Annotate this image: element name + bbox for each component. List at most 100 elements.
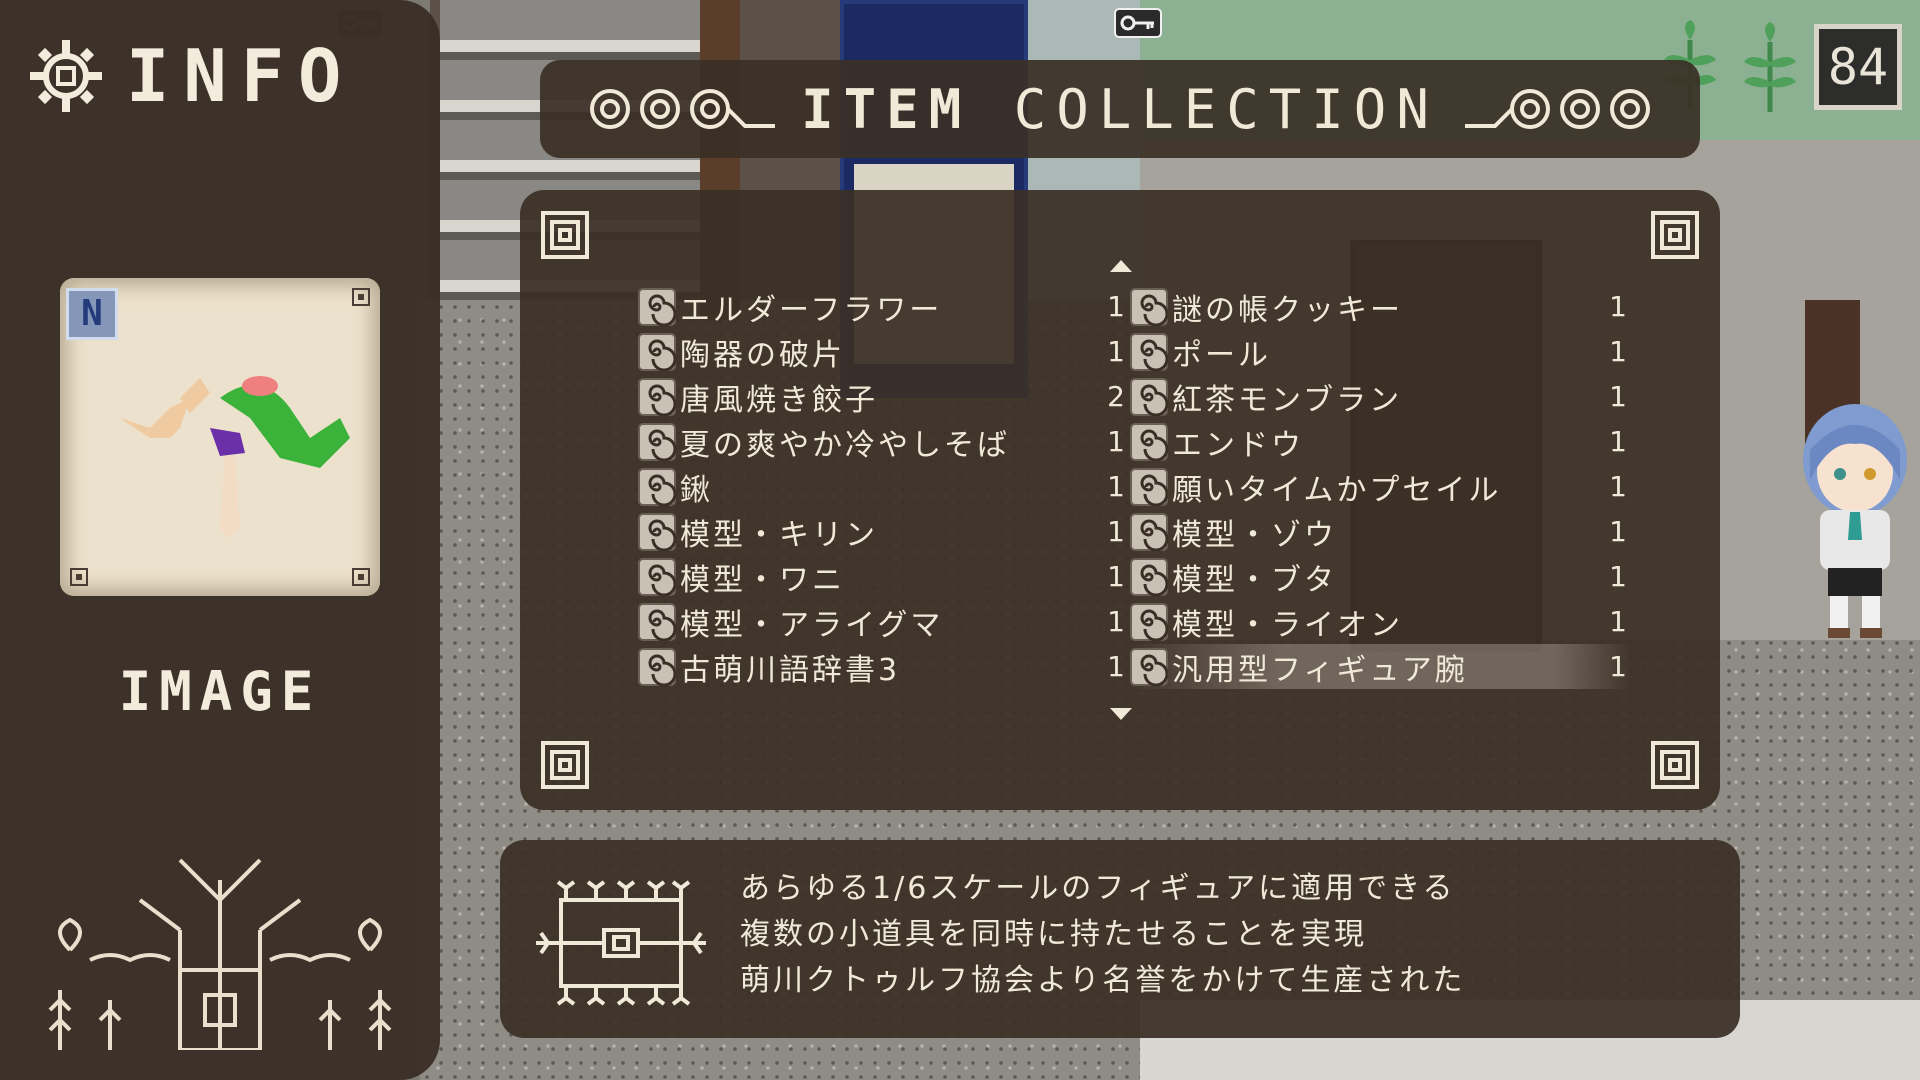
item-row[interactable]: エルダーフラワー 1 (638, 284, 1128, 329)
item-count: 1 (1609, 290, 1630, 323)
item-name: 模型・ブタ (1172, 562, 1337, 598)
spiral-ornament-icon (590, 89, 776, 129)
item-row[interactable]: ポール 1 (1130, 329, 1630, 374)
info-header: INFO (28, 34, 356, 118)
swirl-item-icon (1130, 332, 1169, 371)
item-row[interactable]: 夏の爽やか冷やしそば 1 (638, 419, 1128, 464)
item-name: 願いタイムかプセイル (1172, 472, 1502, 508)
item-row[interactable]: 願いタイムかプセイル 1 (1130, 464, 1630, 509)
swirl-item-icon (1130, 557, 1169, 596)
swirl-item-icon (1130, 647, 1169, 686)
item-row[interactable]: 古萌川語辞書3 1 (638, 644, 1128, 689)
item-name: 謎の帳クッキー (1172, 292, 1403, 328)
scroll-down-arrow[interactable] (1110, 708, 1132, 720)
item-count: 1 (1107, 515, 1128, 548)
item-column-right: 謎の帳クッキー 1 ポール 1 紅茶モンブラン 1 エンドウ 1 願いタイムかプセイル 1 模型・ゾ… (1130, 284, 1630, 689)
item-name: 模型・キリン (680, 517, 878, 553)
item-preview: N (60, 278, 380, 596)
item-count: 1 (1609, 380, 1630, 413)
description-ornament-icon (536, 880, 706, 1006)
item-count: 1 (1609, 425, 1630, 458)
swirl-item-icon (638, 332, 677, 371)
item-name: 紅茶モンブラン (1172, 382, 1403, 418)
info-title: INFO (126, 34, 356, 118)
corner-ornament-icon (352, 568, 370, 586)
sun-emblem-icon (30, 40, 102, 112)
info-panel: INFO N IMAGE (0, 0, 440, 1080)
item-row[interactable]: 謎の帳クッキー 1 (1130, 284, 1630, 329)
collection-title-bar: ITEM COLLECTION (540, 60, 1700, 158)
item-count: 2 (1107, 380, 1128, 413)
swirl-item-icon (638, 602, 677, 641)
item-count: 1 (1107, 560, 1128, 593)
description-text: あらゆる1/6スケールのフィギュアに適用できる 複数の小道具を同時に持たせること… (740, 866, 1465, 1004)
item-column-left: エルダーフラワー 1 陶器の破片 1 唐風焼き餃子 2 夏の爽やか冷やしそば 1 鍬 1 模型・キリ… (638, 284, 1128, 689)
description-line: あらゆる1/6スケールのフィギュアに適用できる (740, 871, 1456, 906)
square-spiral-icon (1651, 741, 1699, 789)
description-line: 萌川クトゥルフ協会より名誉をかけて生産された (740, 963, 1466, 998)
item-name: 模型・ゾウ (1172, 517, 1337, 553)
item-count: 1 (1107, 425, 1128, 458)
item-row[interactable]: 模型・ライオン 1 (1130, 599, 1630, 644)
item-name: 模型・ワニ (680, 562, 845, 598)
corner-ornament-icon (352, 288, 370, 306)
image-label: IMAGE (118, 660, 322, 723)
item-count: 1 (1609, 515, 1630, 548)
swirl-item-icon (1130, 377, 1169, 416)
item-count: 1 (1609, 470, 1630, 503)
item-count: 1 (1107, 605, 1128, 638)
item-row[interactable]: 汎用型フィギュア腕 1 (1130, 644, 1630, 689)
item-row[interactable]: 模型・アライグマ 1 (638, 599, 1128, 644)
item-count: 1 (1609, 560, 1630, 593)
item-list-panel: エルダーフラワー 1 陶器の破片 1 唐風焼き餃子 2 夏の爽やか冷やしそば 1 鍬 1 模型・キリ… (520, 190, 1720, 810)
title-bold: ITEM (801, 77, 972, 141)
description-line: 複数の小道具を同時に持たせることを実現 (740, 917, 1367, 952)
counter-display: 84 (1814, 24, 1902, 110)
item-name: ポール (1172, 337, 1271, 373)
swirl-item-icon (1130, 422, 1169, 461)
item-name: 鍬 (680, 472, 713, 508)
square-spiral-icon (541, 741, 589, 789)
item-name: 陶器の破片 (680, 337, 845, 373)
item-row[interactable]: 模型・ゾウ 1 (1130, 509, 1630, 554)
item-count: 1 (1107, 335, 1128, 368)
plant-icon (1744, 22, 1796, 112)
item-name: エルダーフラワー (680, 292, 943, 328)
item-count: 1 (1609, 650, 1630, 683)
swirl-item-icon (1130, 467, 1169, 506)
item-name: 模型・アライグマ (680, 607, 944, 643)
corner-ornament-icon (70, 568, 88, 586)
key-icon (1114, 8, 1162, 38)
item-row[interactable]: エンドウ 1 (1130, 419, 1630, 464)
swirl-item-icon (638, 467, 677, 506)
item-row[interactable]: 鍬1 (638, 464, 1128, 509)
scroll-up-arrow[interactable] (1110, 260, 1132, 272)
item-row[interactable]: 模型・キリン 1 (638, 509, 1128, 554)
item-count: 1 (1609, 335, 1630, 368)
swirl-item-icon (638, 557, 677, 596)
item-row[interactable]: 模型・ワニ 1 (638, 554, 1128, 599)
swirl-item-icon (638, 422, 677, 461)
title-rest: COLLECTION (1013, 77, 1439, 141)
item-name: 模型・ライオン (1172, 607, 1403, 643)
square-spiral-icon (1651, 211, 1699, 259)
spiral-ornament-icon (1464, 89, 1650, 129)
item-name: 夏の爽やか冷やしそば (680, 427, 1010, 463)
item-count: 1 (1609, 605, 1630, 638)
tree-ornament-icon (48, 858, 392, 1050)
item-count: 1 (1107, 650, 1128, 683)
item-name: 汎用型フィギュア腕 (1172, 652, 1468, 688)
character-sprite (1803, 404, 1907, 638)
item-row[interactable]: 模型・ブタ 1 (1130, 554, 1630, 599)
swirl-item-icon (638, 647, 677, 686)
item-name: 唐風焼き餃子 (680, 382, 878, 418)
item-name: 古萌川語辞書3 (680, 652, 901, 688)
item-name: エンドウ (1172, 427, 1304, 463)
rarity-badge: N (66, 288, 118, 340)
item-row[interactable]: 陶器の破片 1 (638, 329, 1128, 374)
swirl-item-icon (1130, 512, 1169, 551)
item-count: 1 (1107, 290, 1128, 323)
item-row[interactable]: 紅茶モンブラン 1 (1130, 374, 1630, 419)
item-row[interactable]: 唐風焼き餃子 2 (638, 374, 1128, 419)
item-count: 1 (1107, 470, 1128, 503)
